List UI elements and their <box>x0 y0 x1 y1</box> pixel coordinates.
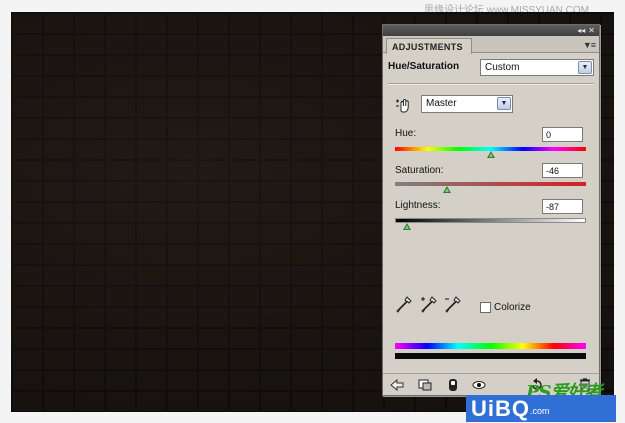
colorize-label: Colorize <box>494 302 531 313</box>
lightness-slider-thumb[interactable] <box>403 223 412 230</box>
preset-dropdown[interactable]: Custom ▼ <box>480 59 594 76</box>
saturation-label: Saturation: <box>395 165 444 176</box>
channel-value: Master <box>426 98 457 109</box>
eyedropper-plus-icon[interactable] <box>420 295 438 315</box>
adjustments-panel: ◂◂ ✕ ADJUSTMENTS ▼≡ Hue/Saturation Custo… <box>382 24 600 396</box>
collapse-icon[interactable]: ◂◂ <box>577 26 585 35</box>
saturation-slider-track[interactable] <box>395 182 586 186</box>
colorize-checkbox[interactable] <box>480 302 491 313</box>
eyedropper-minus-icon[interactable] <box>444 295 462 315</box>
hue-input[interactable]: 0 <box>542 127 583 142</box>
channel-dropdown[interactable]: Master ▼ <box>421 95 513 113</box>
mask-toggle-icon[interactable] <box>445 377 461 393</box>
clip-layer-icon[interactable] <box>417 377 433 393</box>
eyedropper-icon[interactable] <box>395 295 413 315</box>
watermark-site-badge: UiBQ.com <box>466 395 616 422</box>
saturation-slider-thumb[interactable] <box>442 186 451 193</box>
back-arrow-icon[interactable] <box>389 377 405 393</box>
preset-value: Custom <box>485 62 520 73</box>
watermark-site-suffix: .com <box>530 406 550 416</box>
input-color-bar <box>395 343 586 349</box>
watermark-site-name: UiBQ <box>471 396 530 421</box>
hand-target-icon[interactable] <box>395 97 413 113</box>
chevron-down-icon: ▼ <box>578 61 592 74</box>
lightness-slider-track[interactable] <box>395 218 586 223</box>
output-color-bar <box>395 353 586 359</box>
lightness-label: Lightness: <box>395 200 441 211</box>
close-icon[interactable]: ✕ <box>588 26 595 35</box>
hue-label: Hue: <box>395 128 417 139</box>
divider <box>388 83 594 85</box>
panel-tab-row: ADJUSTMENTS ▼≡ <box>383 36 599 54</box>
visibility-eye-icon[interactable] <box>471 377 487 393</box>
tab-adjustments[interactable]: ADJUSTMENTS <box>386 38 472 54</box>
hue-slider-thumb[interactable] <box>486 151 495 158</box>
panel-menu-icon[interactable]: ▼≡ <box>583 40 596 50</box>
lightness-input[interactable]: -87 <box>542 199 583 214</box>
preset-row: Hue/Saturation Custom ▼ <box>388 59 594 79</box>
adjustment-title: Hue/Saturation <box>388 61 460 72</box>
panel-title-strip: ◂◂ ✕ <box>383 25 599 36</box>
chevron-down-icon: ▼ <box>497 97 511 110</box>
saturation-input[interactable]: -46 <box>542 163 583 178</box>
